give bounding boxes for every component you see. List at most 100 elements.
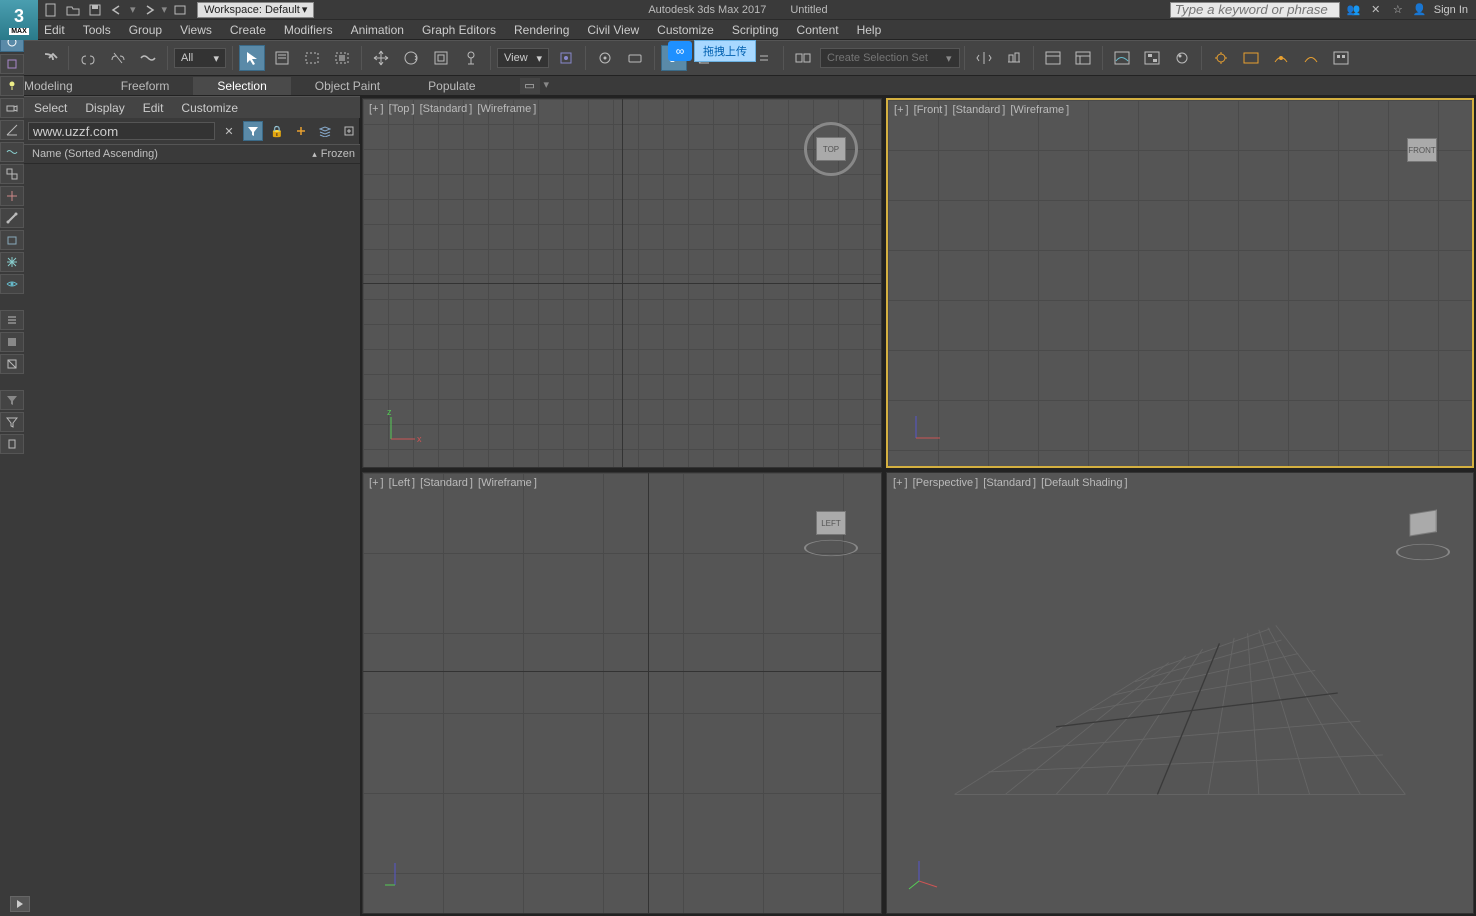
filter-container-icon[interactable] (0, 230, 24, 250)
viewcube[interactable] (1393, 493, 1453, 553)
filter-shapes-icon[interactable] (0, 54, 24, 74)
keyboard-shortcut-button[interactable] (622, 45, 648, 71)
filter-groups-icon[interactable] (0, 164, 24, 184)
link-icon[interactable] (75, 45, 101, 71)
search-filter-icon[interactable] (243, 121, 263, 141)
viewport-top[interactable]: [+] [Top] [Standard] [Wireframe] TOP zx (362, 98, 882, 468)
favorites-icon[interactable]: ☆ (1390, 2, 1406, 18)
app-logo[interactable]: 3 MAX (0, 0, 38, 40)
undo-icon[interactable] (108, 2, 126, 18)
workspace-dropdown[interactable]: Workspace: Default▾ (197, 2, 314, 18)
se-tab-display[interactable]: Display (85, 101, 124, 115)
placement-button[interactable] (458, 45, 484, 71)
align-button[interactable] (1001, 45, 1027, 71)
named-selection-sets-button[interactable] (790, 45, 816, 71)
selection-set-input[interactable] (820, 48, 960, 68)
select-region-rect-button[interactable] (299, 45, 325, 71)
sign-in-link[interactable]: Sign In (1434, 4, 1468, 16)
material-editor-button[interactable] (1169, 45, 1195, 71)
toggle-ribbon-button[interactable] (1070, 45, 1096, 71)
redo-icon[interactable] (140, 2, 158, 18)
column-header-frozen[interactable]: Frozen (321, 148, 355, 160)
manipulate-button[interactable] (592, 45, 618, 71)
ribbon-freeform[interactable]: Freeform (97, 77, 194, 95)
redo-button[interactable] (36, 45, 62, 71)
menu-modifiers[interactable]: Modifiers (284, 23, 333, 37)
select-by-name-button[interactable] (269, 45, 295, 71)
se-tab-select[interactable]: Select (34, 101, 67, 115)
viewport-perspective[interactable]: [+] [Perspective] [Standard] [Default Sh… (886, 472, 1474, 914)
menu-scripting[interactable]: Scripting (732, 23, 779, 37)
rotate-button[interactable] (398, 45, 424, 71)
display-all-icon[interactable] (0, 310, 24, 330)
move-button[interactable] (368, 45, 394, 71)
display-none-icon[interactable] (0, 332, 24, 352)
menu-graph-editors[interactable]: Graph Editors (422, 23, 496, 37)
curve-editor-button[interactable] (1109, 45, 1135, 71)
scale-button[interactable] (428, 45, 454, 71)
se-tab-customize[interactable]: Customize (181, 101, 238, 115)
display-invert-icon[interactable] (0, 354, 24, 374)
expand-icon[interactable] (339, 121, 359, 141)
upload-floating-tag[interactable]: ∞ 拖拽上传 (668, 40, 756, 62)
render-setup-button[interactable] (1208, 45, 1234, 71)
filter-frozen-icon[interactable] (0, 252, 24, 272)
filter-cameras-icon[interactable] (0, 98, 24, 118)
new-file-icon[interactable] (42, 2, 60, 18)
menu-views[interactable]: Views (180, 23, 212, 37)
menu-group[interactable]: Group (129, 23, 162, 37)
user-icon[interactable]: 👤 (1412, 2, 1428, 18)
lock-icon[interactable]: 🔒 (267, 121, 287, 141)
bind-spacewarp-icon[interactable] (135, 45, 161, 71)
help-search-input[interactable] (1170, 2, 1340, 18)
viewport-label[interactable]: [+] [Left] [Standard] [Wireframe] (369, 477, 539, 489)
project-icon[interactable] (171, 2, 189, 18)
menu-customize[interactable]: Customize (657, 23, 714, 37)
filter-helpers-icon[interactable] (0, 120, 24, 140)
render-in-cloud-button[interactable] (1328, 45, 1354, 71)
viewport-label[interactable]: [+] [Top] [Standard] [Wireframe] (369, 103, 538, 115)
clear-search-icon[interactable]: ✕ (219, 121, 239, 141)
use-pivot-button[interactable] (553, 45, 579, 71)
viewport-label[interactable]: [+] [Perspective] [Standard] [Default Sh… (893, 477, 1130, 489)
filter-hidden-icon[interactable] (0, 274, 24, 294)
ref-coord-dropdown[interactable]: View▾ (497, 48, 549, 68)
viewport-label[interactable]: [+] [Front] [Standard] [Wireframe] (894, 104, 1071, 116)
exchange-icon[interactable]: ✕ (1368, 2, 1384, 18)
scene-search-input[interactable] (28, 122, 215, 140)
save-icon[interactable] (86, 2, 104, 18)
render-iterate-button[interactable] (1298, 45, 1324, 71)
layer-explorer-button[interactable] (1040, 45, 1066, 71)
scene-object-list[interactable] (24, 164, 363, 916)
viewport-left[interactable]: [+] [Left] [Standard] [Wireframe] LEFT (362, 472, 882, 914)
menu-animation[interactable]: Animation (351, 23, 404, 37)
viewcube[interactable]: LEFT (801, 493, 861, 553)
menu-rendering[interactable]: Rendering (514, 23, 569, 37)
menu-help[interactable]: Help (857, 23, 882, 37)
rendered-frame-button[interactable] (1238, 45, 1264, 71)
tag-icon[interactable] (0, 434, 24, 454)
render-production-button[interactable] (1268, 45, 1294, 71)
menu-tools[interactable]: Tools (83, 23, 111, 37)
add-icon[interactable] (291, 121, 311, 141)
mirror-button[interactable] (971, 45, 997, 71)
viewcube[interactable]: FRONT (1392, 120, 1452, 180)
viewcube[interactable]: TOP (801, 119, 861, 179)
menu-create[interactable]: Create (230, 23, 266, 37)
se-tab-edit[interactable]: Edit (143, 101, 164, 115)
window-crossing-button[interactable] (329, 45, 355, 71)
filter-lights-icon[interactable] (0, 76, 24, 96)
menu-content[interactable]: Content (797, 23, 839, 37)
column-header-name[interactable]: Name (Sorted Ascending) (32, 148, 312, 160)
ribbon-populate[interactable]: Populate (404, 77, 499, 95)
filter-spacewarps-icon[interactable] (0, 142, 24, 162)
filter-bone-icon[interactable] (0, 208, 24, 228)
filter-xrefs-icon[interactable] (0, 186, 24, 206)
funnel-icon[interactable] (0, 412, 24, 432)
select-object-button[interactable] (239, 45, 265, 71)
unlink-icon[interactable] (105, 45, 131, 71)
timeline-play-button[interactable] (10, 896, 30, 912)
ribbon-minimize-icon[interactable]: ▭ (520, 78, 540, 94)
open-file-icon[interactable] (64, 2, 82, 18)
funnel-group-icon[interactable] (0, 390, 24, 410)
